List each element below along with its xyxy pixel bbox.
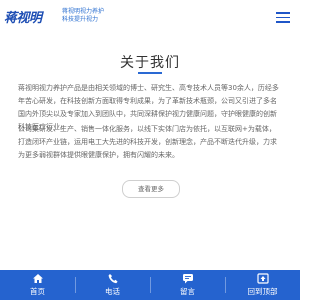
title-underline <box>138 72 162 74</box>
message-icon <box>182 273 194 284</box>
phone-icon <box>107 273 119 284</box>
logo-subtitle-line-1: 蒋视明视力养护 <box>62 8 105 15</box>
header: 蒋视明 蒋视明视力养护 科技提升视力 <box>0 0 300 34</box>
nav-item-home[interactable]: 首页 <box>0 270 75 300</box>
logo-subtitle-line-2: 科技提升视力 <box>62 16 99 23</box>
bottom-nav-bar: 首页 电话 留言 回到顶部 <box>0 270 300 300</box>
home-icon <box>32 273 44 284</box>
nav-item-back-to-top[interactable]: 回到顶部 <box>225 270 300 300</box>
nav-label-message: 留言 <box>180 287 195 296</box>
logo[interactable]: 蒋视明 蒋视明视力养护 科技提升视力 <box>4 5 104 27</box>
nav-label-back-to-top: 回到顶部 <box>247 287 278 296</box>
logo-subtitle: 蒋视明视力养护 科技提升视力 <box>62 8 104 24</box>
nav-label-home: 首页 <box>30 287 45 296</box>
about-paragraph-2: 公司集研发、生产、销售一体化服务，以线下实体门店为依托，以互联网+为载体，打造闭… <box>18 125 277 159</box>
logo-mark: 蒋视明 <box>4 5 60 27</box>
view-more-button[interactable]: 查看更多 <box>122 180 180 198</box>
back-to-top-icon <box>256 273 269 284</box>
nav-item-phone[interactable]: 电话 <box>75 270 150 300</box>
section-title: 关于我们 <box>120 55 180 71</box>
logo-text: 蒋视明 <box>4 10 42 26</box>
menu-icon[interactable] <box>276 12 290 23</box>
nav-item-message[interactable]: 留言 <box>150 270 225 300</box>
nav-label-phone: 电话 <box>105 287 120 296</box>
